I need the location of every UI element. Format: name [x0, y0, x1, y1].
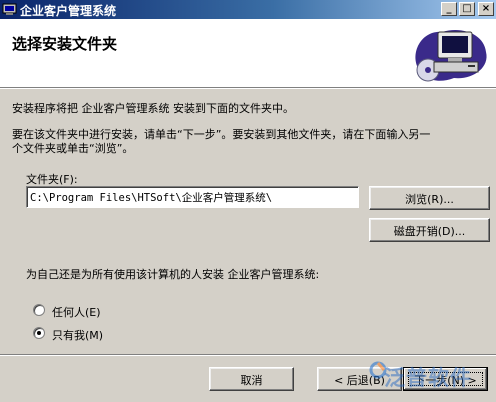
- title-bar[interactable]: 企业客户管理系统 _ □ ×: [0, 0, 496, 19]
- disk-cost-button-label: 磁盘开销(D)...: [393, 225, 466, 238]
- browse-button-label: 浏览(R)...: [405, 193, 454, 206]
- radio-everyone[interactable]: [33, 304, 45, 316]
- installer-window: 企业客户管理系统 _ □ × 选择安装文件夹 安装程序将把 企业客户管理系统 安…: [0, 0, 496, 402]
- folder-path-input[interactable]: C:\Program Files\HTSoft\企业客户管理系统\: [26, 186, 359, 208]
- intro-text: 安装程序将把 企业客户管理系统 安装到下面的文件夹中。: [12, 102, 294, 115]
- back-button-label: < 后退(B): [334, 374, 385, 387]
- folder-label: 文件夹(F):: [26, 173, 78, 186]
- cancel-button[interactable]: 取消: [209, 367, 294, 391]
- close-button[interactable]: ×: [478, 2, 494, 16]
- minimize-button[interactable]: _: [441, 2, 457, 16]
- radio-just-me-label[interactable]: 只有我(M): [52, 327, 103, 343]
- instruction-text-line2: 个文件夹或单击“浏览”。: [12, 142, 134, 155]
- maximize-button[interactable]: □: [459, 2, 475, 16]
- browse-button[interactable]: 浏览(R)...: [369, 186, 490, 210]
- computer-with-disc-icon: [415, 30, 487, 82]
- next-button[interactable]: 下一步(N) >: [403, 367, 488, 391]
- radio-everyone-label[interactable]: 任何人(E): [52, 304, 101, 320]
- folder-path-value: C:\Program Files\HTSoft\企业客户管理系统\: [30, 192, 273, 204]
- radio-just-me[interactable]: [33, 327, 45, 339]
- radio-selected-dot: [37, 331, 41, 335]
- window-title: 企业客户管理系统: [20, 4, 117, 18]
- header-divider-highlight: [0, 88, 496, 89]
- page-title: 选择安装文件夹: [12, 35, 118, 53]
- install-for-label: 为自己还是为所有使用该计算机的人安装 企业客户管理系统:: [26, 268, 320, 281]
- disk-cost-button[interactable]: 磁盘开销(D)...: [369, 218, 490, 242]
- cancel-button-label: 取消: [240, 374, 263, 387]
- back-button[interactable]: < 后退(B): [317, 367, 402, 391]
- app-icon: [2, 3, 17, 15]
- focus-rectangle: [408, 372, 483, 386]
- wizard-header: 选择安装文件夹: [0, 19, 496, 87]
- footer-divider-highlight: [0, 355, 496, 356]
